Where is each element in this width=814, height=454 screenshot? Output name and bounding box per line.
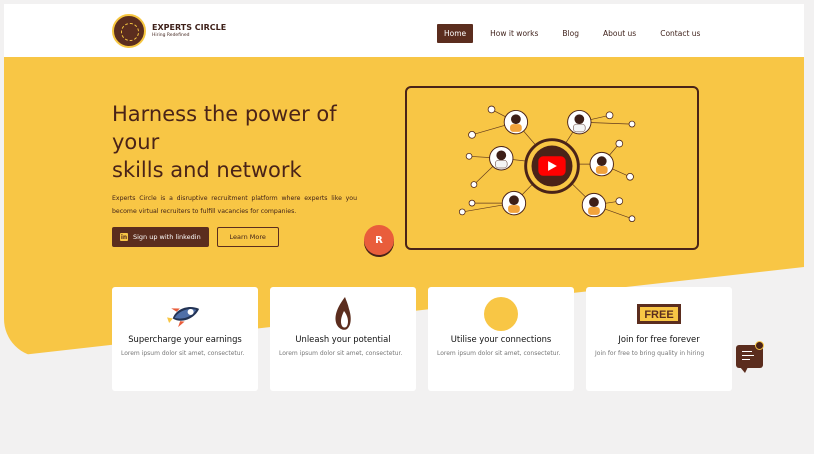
brand-name: EXPERTS CIRCLE bbox=[152, 22, 227, 32]
video-player[interactable] bbox=[405, 86, 699, 250]
logo-text: EXPERTS CIRCLE Hiring Redefined bbox=[152, 22, 227, 39]
rocket-icon bbox=[121, 294, 249, 334]
flame-icon bbox=[279, 294, 407, 334]
connections-icon bbox=[437, 294, 565, 334]
chat-line-2 bbox=[742, 355, 754, 357]
learn-more-button[interactable]: Learn More bbox=[216, 227, 279, 247]
feature-card-free[interactable]: FREE Join for free forever Join for free… bbox=[586, 287, 732, 391]
card-description: Lorem ipsum dolor sit amet, consectetur. bbox=[121, 350, 245, 357]
linkedin-signup-button[interactable]: in Sign up with linkedin bbox=[112, 227, 209, 247]
chat-widget-icon[interactable] bbox=[736, 341, 764, 373]
free-badge-icon: FREE bbox=[595, 294, 723, 334]
card-title: Supercharge your earnings bbox=[128, 334, 242, 344]
brand-tagline: Hiring Redefined bbox=[152, 32, 190, 38]
linkedin-signup-label: Sign up with linkedin bbox=[133, 233, 201, 241]
network-illustration bbox=[458, 105, 636, 223]
page: EXPERTS CIRCLE Hiring Redefined Home How… bbox=[0, 0, 814, 454]
card-title: Utilise your connections bbox=[450, 334, 552, 344]
card-description: Join for free to bring quality in hiring bbox=[595, 350, 705, 357]
feature-card-connections[interactable]: Utilise your connections Lorem ipsum dol… bbox=[428, 287, 574, 391]
feature-cards: Supercharge your earnings Lorem ipsum do… bbox=[112, 287, 732, 391]
r-badge-icon[interactable]: R bbox=[364, 225, 394, 255]
nav-blog[interactable]: Blog bbox=[555, 24, 586, 43]
hero-title-line-2: skills and network bbox=[112, 158, 302, 182]
nav-about-us[interactable]: About us bbox=[596, 24, 643, 43]
card-title: Unleash your potential bbox=[295, 334, 391, 344]
hero-title-line-1: Harness the power of your bbox=[112, 102, 337, 154]
site-header: EXPERTS CIRCLE Hiring Redefined Home How… bbox=[4, 4, 804, 57]
nav-home[interactable]: Home bbox=[437, 24, 474, 43]
feature-card-earnings[interactable]: Supercharge your earnings Lorem ipsum do… bbox=[112, 287, 258, 391]
hero-buttons: in Sign up with linkedin Learn More bbox=[112, 227, 279, 247]
nav-contact-us[interactable]: Contact us bbox=[653, 24, 707, 43]
chat-line-3 bbox=[742, 359, 750, 361]
hero-description: Experts Circle is a disruptive recruitme… bbox=[112, 195, 357, 215]
card-description: Lorem ipsum dolor sit amet, consectetur. bbox=[279, 350, 403, 357]
logo[interactable]: EXPERTS CIRCLE Hiring Redefined bbox=[112, 14, 226, 48]
logo-icon bbox=[112, 14, 146, 48]
free-badge-text: FREE bbox=[644, 309, 673, 321]
browser-frame: EXPERTS CIRCLE Hiring Redefined Home How… bbox=[4, 4, 804, 450]
nav-how-it-works[interactable]: How it works bbox=[483, 24, 545, 43]
card-description: Lorem ipsum dolor sit amet, consectetur. bbox=[437, 350, 561, 357]
card-title: Join for free forever bbox=[618, 334, 700, 344]
hero-text: Harness the power of your skills and net… bbox=[112, 100, 357, 218]
chat-notification-dot bbox=[755, 341, 764, 350]
feature-card-potential[interactable]: Unleash your potential Lorem ipsum dolor… bbox=[270, 287, 416, 391]
play-button[interactable] bbox=[524, 138, 580, 194]
hero-title: Harness the power of your skills and net… bbox=[112, 100, 357, 184]
main-nav: Home How it works Blog About us Contact … bbox=[437, 24, 707, 43]
linkedin-icon: in bbox=[120, 233, 128, 241]
chat-line-1 bbox=[742, 351, 752, 353]
